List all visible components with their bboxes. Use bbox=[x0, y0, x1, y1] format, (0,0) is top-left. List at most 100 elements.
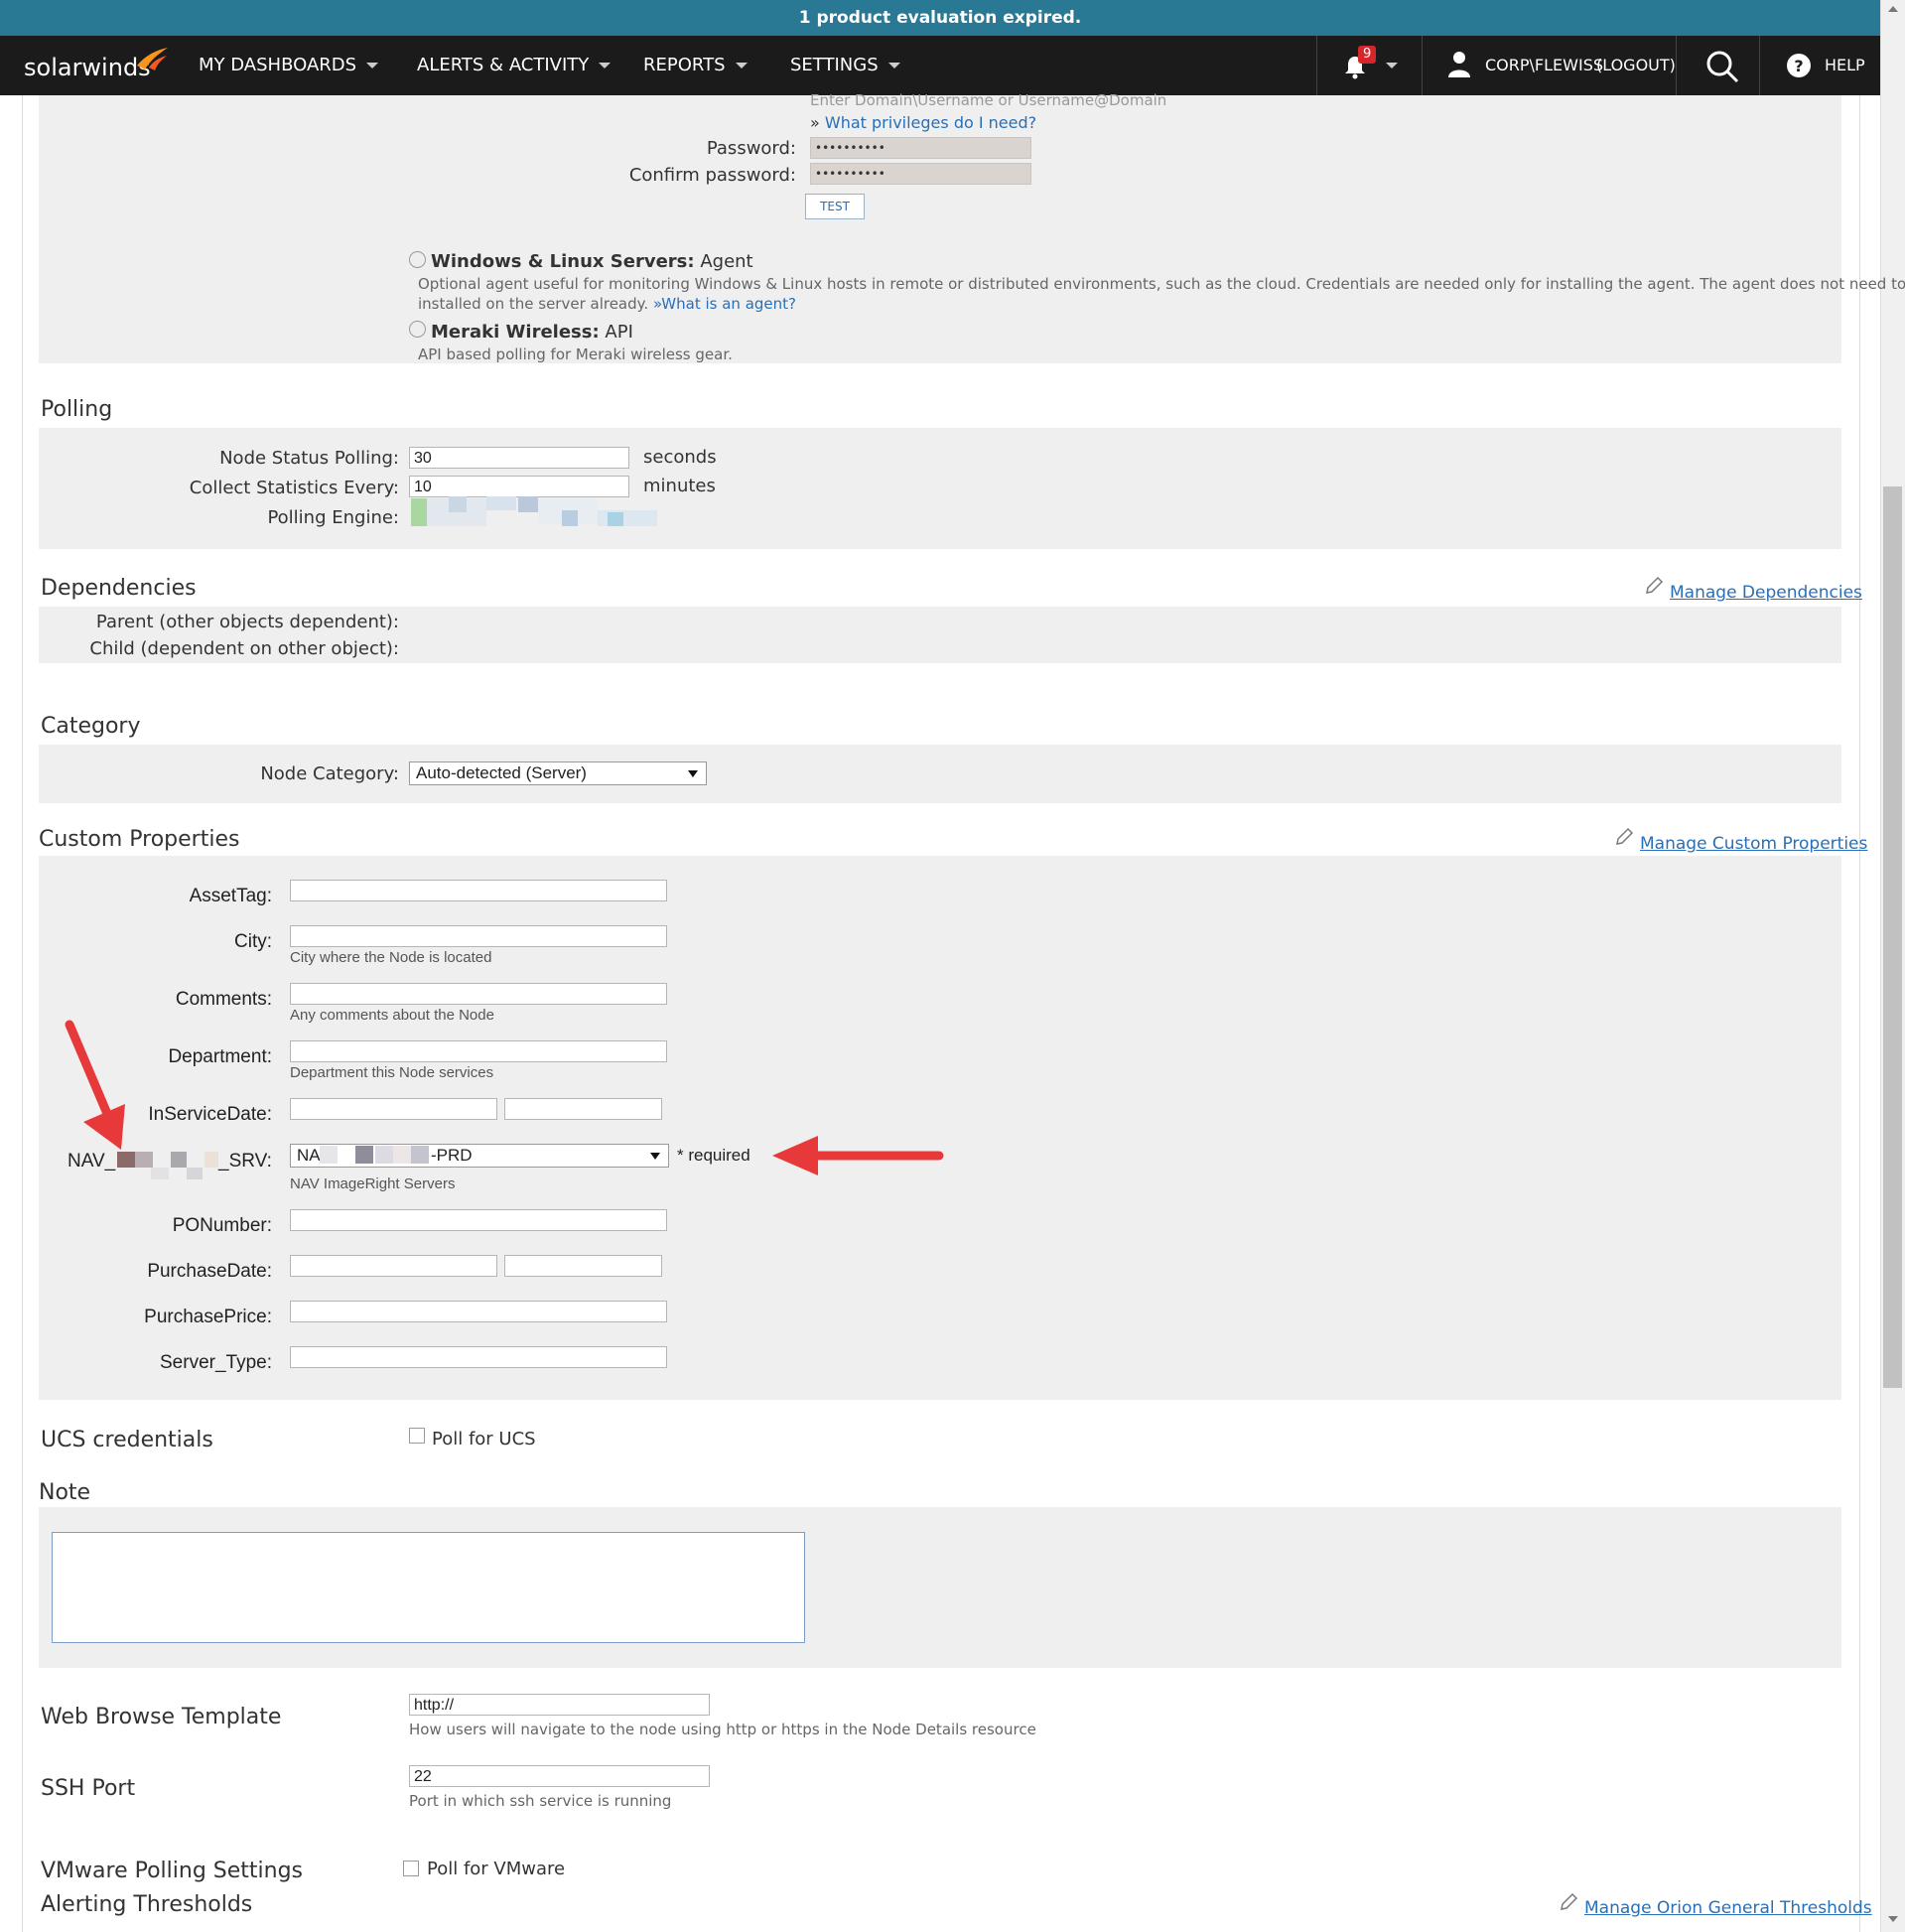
dropdown-arrow-icon bbox=[688, 770, 698, 777]
vmware-title: VMware Polling Settings bbox=[41, 1859, 304, 1883]
poll-for-ucs-label: Poll for UCS bbox=[432, 1429, 536, 1449]
web-browse-input[interactable]: http:// bbox=[409, 1694, 710, 1716]
password-input[interactable]: •••••••••• bbox=[810, 137, 1031, 159]
what-is-agent-link[interactable]: What is an agent? bbox=[661, 295, 796, 313]
windows-linux-radio[interactable] bbox=[409, 251, 426, 268]
collect-statistics-label: Collect Statistics Every: bbox=[189, 478, 399, 498]
nav-srv-required: * required bbox=[677, 1146, 750, 1165]
nav-srv-hint: NAV ImageRight Servers bbox=[290, 1175, 456, 1192]
polling-engine-label: Polling Engine: bbox=[267, 507, 399, 528]
server-type-label: Server_Type: bbox=[160, 1352, 272, 1373]
purchase-date-input[interactable] bbox=[290, 1255, 497, 1277]
city-hint: City where the Node is located bbox=[290, 949, 492, 966]
top-navbar: solarwinds MY DASHBOARDS ALERTS & ACTIVI… bbox=[0, 36, 1880, 95]
logout-link[interactable]: (LOGOUT) bbox=[1596, 36, 1676, 95]
dependencies-title: Dependencies bbox=[41, 576, 197, 601]
po-number-label: PONumber: bbox=[172, 1215, 272, 1236]
comments-input[interactable] bbox=[290, 983, 667, 1005]
scroll-up-icon[interactable] bbox=[1888, 6, 1898, 12]
asset-tag-input[interactable] bbox=[290, 880, 667, 901]
user-icon bbox=[1448, 52, 1470, 77]
collect-statistics-input[interactable]: 10 bbox=[409, 476, 629, 497]
nav-reports[interactable]: REPORTS bbox=[643, 36, 748, 95]
help-icon[interactable]: ? bbox=[1787, 54, 1811, 77]
poll-for-ucs-checkbox[interactable] bbox=[409, 1428, 425, 1444]
solarwinds-logo[interactable]: solarwinds bbox=[24, 54, 151, 81]
nav-alerts-activity[interactable]: ALERTS & ACTIVITY bbox=[417, 36, 612, 95]
purchase-date-label: PurchaseDate: bbox=[147, 1261, 272, 1282]
pencil-icon[interactable] bbox=[1614, 827, 1634, 847]
annotation-arrow-right-icon bbox=[772, 1136, 944, 1175]
annotation-arrow-left-icon bbox=[65, 1020, 125, 1150]
asset-tag-label: AssetTag: bbox=[189, 886, 272, 906]
notification-count-badge: 9 bbox=[1358, 46, 1377, 64]
chevron-down-icon bbox=[887, 63, 900, 69]
evaluation-banner[interactable]: 1 product evaluation expired. bbox=[0, 0, 1880, 36]
poll-for-vmware-checkbox[interactable] bbox=[403, 1861, 419, 1876]
minutes-unit: minutes bbox=[643, 476, 716, 496]
chevron-down-icon bbox=[735, 63, 748, 69]
svg-text:?: ? bbox=[1794, 57, 1803, 75]
nav-my-dashboards[interactable]: MY DASHBOARDS bbox=[199, 36, 379, 95]
city-input[interactable] bbox=[290, 925, 667, 947]
in-service-time-input[interactable] bbox=[504, 1098, 662, 1120]
password-label: Password: bbox=[706, 138, 796, 159]
test-button[interactable]: TEST bbox=[805, 194, 865, 219]
nav-srv-label-suffix: _SRV: bbox=[218, 1151, 272, 1172]
ssh-port-title: SSH Port bbox=[41, 1776, 136, 1801]
ucs-title: UCS credentials bbox=[41, 1428, 213, 1452]
in-service-date-input[interactable] bbox=[290, 1098, 497, 1120]
web-browse-hint: How users will navigate to the node usin… bbox=[409, 1721, 1036, 1738]
web-browse-title: Web Browse Template bbox=[41, 1705, 282, 1729]
help-link[interactable]: HELP bbox=[1825, 36, 1865, 95]
poll-for-vmware-label: Poll for VMware bbox=[427, 1859, 566, 1879]
scroll-thumb[interactable] bbox=[1883, 486, 1902, 1388]
ssh-port-input[interactable]: 22 bbox=[409, 1765, 710, 1787]
confirm-password-input[interactable]: •••••••••• bbox=[810, 163, 1031, 185]
comments-label: Comments: bbox=[175, 989, 272, 1010]
purchase-price-input[interactable] bbox=[290, 1301, 667, 1322]
meraki-label: Meraki Wireless: API bbox=[431, 322, 633, 343]
purchase-price-label: PurchasePrice: bbox=[144, 1307, 272, 1327]
pencil-icon[interactable] bbox=[1644, 576, 1664, 596]
alerting-thresholds-title: Alerting Thresholds bbox=[41, 1892, 253, 1917]
confirm-password-label: Confirm password: bbox=[628, 165, 796, 186]
po-number-input[interactable] bbox=[290, 1209, 667, 1231]
node-category-label: Node Category: bbox=[260, 763, 399, 784]
nav-separator bbox=[1676, 36, 1677, 95]
ssh-port-hint: Port in which ssh service is running bbox=[409, 1792, 672, 1810]
department-input[interactable] bbox=[290, 1040, 667, 1062]
server-type-input[interactable] bbox=[290, 1346, 667, 1368]
windows-linux-label: Windows & Linux Servers: Agent bbox=[431, 251, 753, 272]
nav-srv-select[interactable]: NA bbox=[290, 1144, 669, 1168]
meraki-desc: API based polling for Meraki wireless ge… bbox=[418, 345, 733, 363]
manage-orion-thresholds-link[interactable]: Manage Orion General Thresholds bbox=[1584, 1898, 1872, 1918]
notification-dropdown-icon[interactable] bbox=[1386, 63, 1398, 69]
custom-properties-title: Custom Properties bbox=[39, 827, 240, 852]
search-icon[interactable] bbox=[1705, 50, 1739, 83]
privileges-link[interactable]: What privileges do I need? bbox=[825, 113, 1036, 132]
note-title: Note bbox=[39, 1480, 91, 1505]
user-name: CORP\FLEWISS bbox=[1485, 56, 1603, 74]
credentials-panel bbox=[39, 95, 1841, 363]
nav-separator bbox=[1316, 36, 1317, 95]
node-status-polling-input[interactable]: 30 bbox=[409, 447, 629, 469]
department-hint: Department this Node services bbox=[290, 1064, 494, 1081]
seconds-unit: seconds bbox=[643, 447, 717, 468]
manage-custom-properties-link[interactable]: Manage Custom Properties bbox=[1640, 834, 1867, 854]
username-hint: Enter Domain\Username or Username@Domain bbox=[810, 91, 1167, 109]
comments-hint: Any comments about the Node bbox=[290, 1007, 494, 1024]
manage-dependencies-link[interactable]: Manage Dependencies bbox=[1670, 583, 1862, 603]
purchase-time-input[interactable] bbox=[504, 1255, 662, 1277]
node-category-select[interactable]: Auto-detected (Server) bbox=[409, 761, 707, 785]
nav-settings[interactable]: SETTINGS bbox=[790, 36, 900, 95]
windows-linux-desc-2: installed on the server already. »What i… bbox=[418, 295, 796, 313]
scroll-down-icon[interactable] bbox=[1888, 1916, 1898, 1922]
meraki-radio[interactable] bbox=[409, 321, 426, 338]
note-textarea[interactable] bbox=[52, 1532, 805, 1643]
category-title: Category bbox=[41, 714, 141, 739]
logo-swoosh-icon bbox=[137, 48, 168, 70]
privileges-help: » What privileges do I need? bbox=[810, 113, 1037, 132]
nav-separator bbox=[1422, 36, 1423, 95]
pencil-icon[interactable] bbox=[1559, 1892, 1578, 1912]
